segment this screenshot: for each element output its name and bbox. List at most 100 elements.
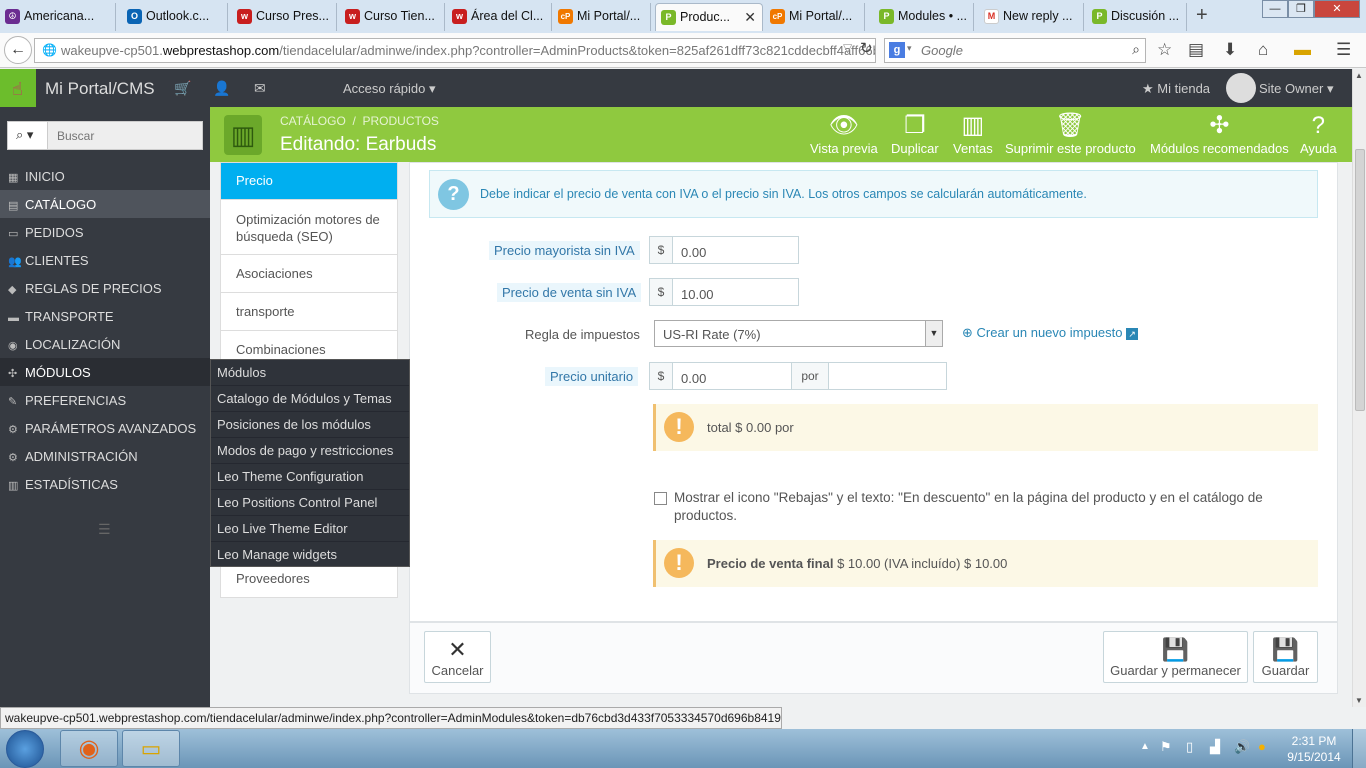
flyout-item[interactable]: Catalogo de Módulos y Temas [211,386,409,412]
collapse-menu-icon[interactable]: ☰ [98,521,111,538]
bookmarks-icon[interactable]: ▤ [1188,40,1204,60]
device-icon[interactable]: ▯ [1186,739,1193,755]
start-button[interactable] [6,730,44,768]
scroll-up-icon[interactable]: ▲ [1355,71,1363,80]
sidebar-item-clientes[interactable]: 👥 Clientes [0,246,210,274]
sidebar-item-reglas[interactable]: ◆ Reglas de precios [0,274,210,302]
browser-tab[interactable]: M New reply ... [979,3,1084,31]
cart-icon[interactable]: 🛒 [174,80,191,97]
dropdown-arrow-icon[interactable]: ▽ [843,41,852,55]
save-button[interactable]: 💾 Guardar [1253,631,1318,683]
sidebar-item-transporte[interactable]: ▬ Transporte [0,302,210,330]
delete-product-button[interactable]: 🗑 Suprimir este producto [1005,111,1136,156]
sidebar-item-preferencias[interactable]: ✎ Preferencias [0,386,210,414]
browser-tab[interactable]: P Modules • ... [874,3,974,31]
retail-price-input[interactable] [672,278,799,306]
currency-addon: $ [649,278,673,306]
flyout-item[interactable]: Módulos [211,360,409,386]
retail-price-label: Precio de venta sin IVA [497,283,642,302]
my-store-link[interactable]: ★ Mi tienda [1142,81,1210,97]
volume-icon[interactable]: 🔊 [1234,739,1250,755]
cancel-button[interactable]: ✕ Cancelar [424,631,491,683]
minimize-button[interactable]: — [1262,0,1288,18]
browser-tab[interactable]: O Outlook.c... [122,3,228,31]
show-desktop-button[interactable] [1352,729,1366,768]
avatar[interactable] [1226,73,1256,103]
save-and-stay-button[interactable]: 💾 Guardar y permanecer [1103,631,1248,683]
duplicate-button[interactable]: ❐ Duplicar [891,111,939,156]
unity-input[interactable] [828,362,947,390]
flyout-item[interactable]: Posiciones de los módulos [211,412,409,438]
new-tab-button[interactable]: + [1196,4,1208,27]
browser-tab[interactable]: w Curso Tien... [340,3,445,31]
flyout-item[interactable]: Leo Live Theme Editor [211,516,409,542]
clock[interactable]: 2:31 PM 9/15/2014 [1284,733,1344,765]
unit-total-alert: ! total $ 0.00 por [653,404,1318,451]
browser-tab[interactable]: w Área del Cl... [447,3,552,31]
tab-seo[interactable]: Optimización motores de búsqueda (SEO) [221,200,397,255]
sidebar-search-input[interactable] [49,122,202,149]
address-bar[interactable]: 🌐 wakeupve-cp501.webprestashop.com/tiend… [34,38,876,63]
envelope-icon[interactable]: ✉ [254,80,266,97]
quick-access-menu[interactable]: Acceso rápido ▾ [343,81,436,97]
search-icon[interactable]: ⌕ ▾ [8,122,48,149]
menu-icon[interactable]: ☰ [1336,40,1351,60]
page-scrollbar[interactable]: ▲ ▼ [1352,69,1366,707]
unit-price-input[interactable] [672,362,792,390]
search-icon[interactable]: ⌕ [1132,41,1140,58]
sidebar-item-inicio[interactable]: ▦ Inicio [0,162,210,190]
sidebar-item-parametros[interactable]: ⚙ Parámetros avanzados [0,414,210,442]
flyout-item[interactable]: Leo Theme Configuration [211,464,409,490]
avast-icon[interactable]: ● [1258,739,1266,754]
back-button[interactable]: ← [4,36,32,64]
final-price-alert: ! Precio de venta final $ 10.00 (IVA inc… [653,540,1318,587]
sales-button[interactable]: ▥ Ventas [953,111,993,156]
sidebar-item-catalogo[interactable]: ▤ Catálogo [0,190,210,218]
sidebar-item-estadisticas[interactable]: ▥ Estadísticas [0,470,210,498]
sidebar-item-localizacion[interactable]: ◉ Localización [0,330,210,358]
bookmark-star-icon[interactable]: ☆ [1157,40,1172,60]
search-box[interactable]: g ▾ Google ⌕ [884,38,1146,63]
close-tab-icon[interactable]: ✕ [744,9,756,26]
reload-icon[interactable]: ↻ [860,39,873,57]
sidebar-item-pedidos[interactable]: ▭ Pedidos [0,218,210,246]
tab-transporte[interactable]: transporte [221,293,397,331]
close-window-button[interactable]: ✕ [1314,0,1360,18]
flyout-item[interactable]: Leo Positions Control Panel [211,490,409,516]
browser-tab-active[interactable]: P Produc... ✕ [655,3,763,31]
firefox-icon[interactable]: ◉ [60,730,118,767]
scroll-thumb[interactable] [1355,149,1365,411]
download-icon[interactable]: ⬇ [1223,40,1237,60]
wholesale-price-input[interactable] [672,236,799,264]
browser-tab[interactable]: ☮ Americana... [0,3,116,31]
sidebar-item-modulos[interactable]: ✣ Módulos [0,358,210,386]
action-center-icon[interactable]: ⚑ [1160,739,1172,755]
browser-tab[interactable]: P Discusión ... [1087,3,1187,31]
maximize-button[interactable]: ❐ [1288,0,1314,18]
extension-icon[interactable]: ▬ [1294,40,1311,60]
tax-rule-select[interactable]: US-RI Rate (7%) ▼ [654,320,943,347]
shop-name[interactable]: Mi Portal/CMS [45,79,155,99]
prestashop-logo[interactable]: ☝ [0,69,36,107]
tray-expand-icon[interactable]: ▲ [1140,741,1150,752]
on-sale-checkbox[interactable] [654,492,667,505]
create-tax-link[interactable]: ⊕ Crear un nuevo impuesto ↗ [962,325,1139,341]
user-icon[interactable]: 👤 [213,80,230,97]
tab-asociaciones[interactable]: Asociaciones [221,255,397,293]
tab-precio[interactable]: Precio [221,163,397,200]
browser-tab[interactable]: w Curso Pres... [232,3,337,31]
help-button[interactable]: ? Ayuda [1300,111,1337,156]
home-icon[interactable]: ⌂ [1258,40,1268,60]
sidebar-item-administracion[interactable]: ⚙ Administración [0,442,210,470]
file-explorer-icon[interactable]: ▭ [122,730,180,767]
network-icon[interactable]: ▟ [1210,739,1220,755]
browser-tab[interactable]: cP Mi Portal/... [765,3,865,31]
employee-menu[interactable]: Site Owner ▾ [1259,81,1333,97]
recommended-modules-button[interactable]: ✣ Módulos recomendados [1150,111,1289,156]
browser-tab[interactable]: cP Mi Portal/... [553,3,651,31]
flyout-item[interactable]: Modos de pago y restricciones [211,438,409,464]
preview-button[interactable]: 👁 Vista previa [810,111,878,156]
flyout-item[interactable]: Leo Manage widgets [211,542,409,568]
scroll-down-icon[interactable]: ▼ [1355,696,1363,705]
sidebar-search[interactable]: ⌕ ▾ [7,121,203,150]
